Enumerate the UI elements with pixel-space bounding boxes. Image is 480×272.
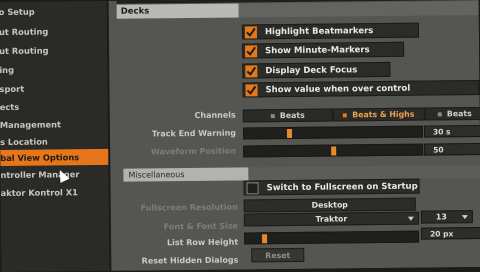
fullscreen-resolution-label: Fullscreen Resolution	[140, 202, 238, 213]
fullscreen-on-startup-checkbox[interactable]: Switch to Fullscreen on Startup	[243, 178, 420, 196]
dropdown-value: Desktop	[311, 200, 348, 210]
chevron-down-icon	[407, 216, 414, 221]
reset-hidden-dialogs-label: Reset Hidden Dialogs	[141, 255, 239, 266]
sidebar-item-traktor-kontrol-x1[interactable]: aktor Kontrol X1	[1, 184, 109, 201]
channels-option-beats-2[interactable]: Beats	[424, 106, 480, 121]
channels-option-beats-highs[interactable]: Beats & Highs	[332, 107, 425, 122]
radio-dot-icon	[270, 114, 275, 119]
slider-thumb[interactable]	[262, 234, 268, 244]
show-value-over-control-checkbox[interactable]: Show value when over control	[242, 79, 480, 98]
waveform-position-slider[interactable]	[243, 143, 424, 158]
radio-dot-icon	[343, 113, 348, 118]
checkbox-label: Display Deck Focus	[265, 65, 358, 77]
checkbox-checked-icon	[245, 45, 258, 58]
track-end-warning-value[interactable]: 30 s	[423, 124, 480, 138]
slider-thumb[interactable]	[286, 128, 293, 139]
sidebar-item-label: ects	[0, 101, 20, 113]
radio-dot-icon	[437, 112, 442, 117]
sidebar-item-label: sport	[0, 83, 25, 95]
sidebar-item-timing[interactable]: ing	[0, 61, 107, 78]
checkbox-checked-icon	[245, 84, 258, 97]
checkbox-label: Show value when over control	[265, 83, 411, 96]
channels-label: Channels	[194, 110, 236, 120]
sidebar-item-setup[interactable]: o Setup	[0, 3, 107, 20]
preferences-window: o Setup ut Routing ut Routing ing sport …	[0, 0, 480, 272]
sidebar-item-effects[interactable]: ects	[0, 98, 108, 115]
waveform-position-label: Waveform Position	[150, 146, 237, 157]
sidebar-item-label: aktor Kontrol X1	[0, 187, 78, 199]
waveform-position-value[interactable]: 50	[424, 142, 480, 156]
sidebar-item-input-routing[interactable]: ut Routing	[0, 23, 107, 40]
sidebar-item-label: o Setup	[0, 6, 35, 18]
checkbox-label: Highlight Beatmarkers	[264, 26, 374, 38]
channels-option-beats[interactable]: Beats	[242, 108, 333, 123]
decks-section-header: Decks	[116, 3, 239, 19]
checkbox-label: Switch to Fullscreen on Startup	[266, 181, 418, 194]
sidebar-item-file-management[interactable]: Management	[0, 116, 108, 133]
option-label: Beats & Highs	[352, 109, 415, 120]
sidebar-item-label: ut Routing	[0, 26, 49, 38]
track-end-warning-slider[interactable]	[242, 125, 424, 140]
font-size-dropdown[interactable]: 13	[420, 210, 473, 224]
preferences-sidebar: o Setup ut Routing ut Routing ing sport …	[0, 0, 110, 272]
highlight-beatmarkers-checkbox[interactable]: Highlight Beatmarkers	[241, 22, 419, 40]
option-label: Beats	[279, 110, 305, 121]
miscellaneous-section-header: Miscellaneous	[123, 167, 249, 182]
slider-thumb[interactable]	[331, 146, 337, 156]
checkbox-label: Show Minute-Markers	[265, 45, 370, 57]
sidebar-item-global-view-options[interactable]: bal View Options	[0, 148, 109, 167]
decks-header-fill	[238, 0, 479, 18]
checkbox-unchecked-icon	[246, 182, 259, 195]
option-label: Beats	[446, 109, 472, 119]
dropdown-value: 13	[435, 212, 447, 222]
sidebar-item-output-routing[interactable]: ut Routing	[0, 42, 107, 59]
list-row-height-slider[interactable]	[244, 230, 420, 245]
resolution-dropdown[interactable]: Desktop	[243, 197, 416, 213]
checkbox-checked-icon	[244, 26, 257, 39]
dropdown-value: Traktor	[315, 214, 348, 224]
show-minute-markers-checkbox[interactable]: Show Minute-Markers	[242, 41, 405, 59]
font-dropdown[interactable]: Traktor	[243, 211, 419, 227]
checkbox-checked-icon	[245, 65, 258, 78]
misc-header-fill	[248, 164, 480, 181]
track-end-warning-label: Track End Warning	[151, 128, 237, 139]
sidebar-item-label: bal View Options	[0, 152, 80, 164]
display-deck-focus-checkbox[interactable]: Display Deck Focus	[242, 61, 391, 79]
sidebar-item-label: Management	[0, 119, 62, 131]
sidebar-item-transport[interactable]: sport	[0, 80, 108, 97]
sidebar-item-label: ut Routing	[0, 45, 49, 57]
sidebar-item-loops-location[interactable]: s Location	[0, 133, 108, 150]
list-row-height-value[interactable]: 20 px	[420, 226, 480, 240]
chevron-down-icon	[461, 215, 468, 220]
sidebar-item-label: s Location	[0, 136, 48, 148]
sidebar-item-label: ing	[0, 64, 15, 76]
reset-button[interactable]: Reset	[251, 247, 305, 263]
font-label: Font & Font Size	[163, 221, 239, 232]
sidebar-item-controller-manager[interactable]: ntroller Manager	[0, 166, 108, 183]
list-row-height-label: List Row Height	[166, 237, 239, 248]
